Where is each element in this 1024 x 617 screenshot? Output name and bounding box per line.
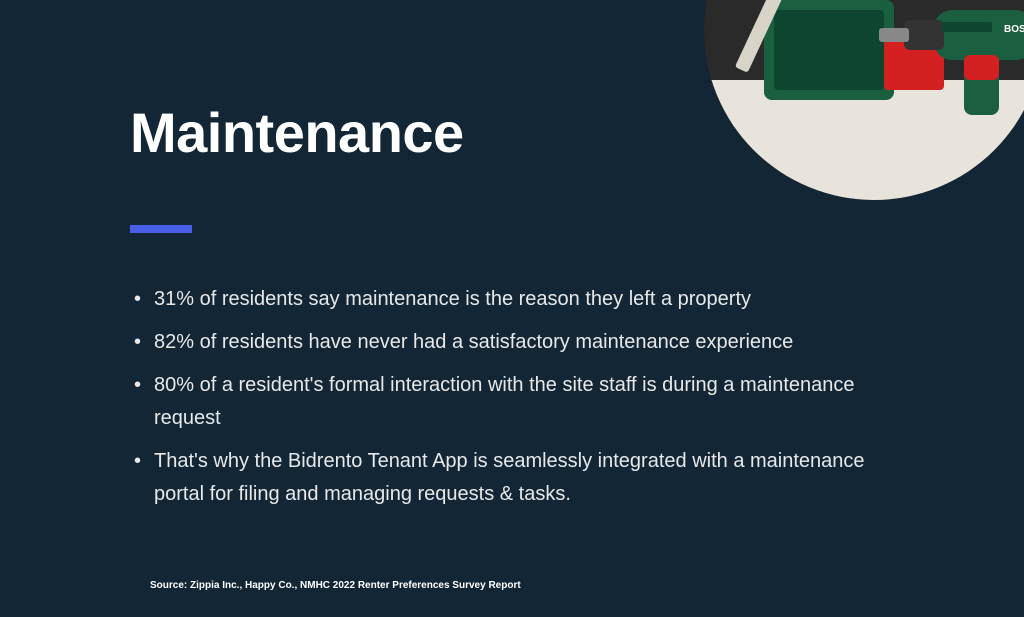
bullet-item: That's why the Bidrento Tenant App is se… — [130, 445, 890, 511]
bullet-list: 31% of residents say maintenance is the … — [130, 283, 890, 511]
svg-text:BOS: BOS — [1004, 24, 1024, 35]
slide-title: Maintenance — [130, 100, 890, 165]
bullet-item: 82% of residents have never had a satisf… — [130, 326, 890, 359]
accent-bar — [130, 225, 192, 233]
bullet-item: 31% of residents say maintenance is the … — [130, 283, 890, 316]
bullet-item: 80% of a resident's formal interaction w… — [130, 369, 890, 435]
source-citation: Source: Zippia Inc., Happy Co., NMHC 202… — [150, 580, 521, 591]
